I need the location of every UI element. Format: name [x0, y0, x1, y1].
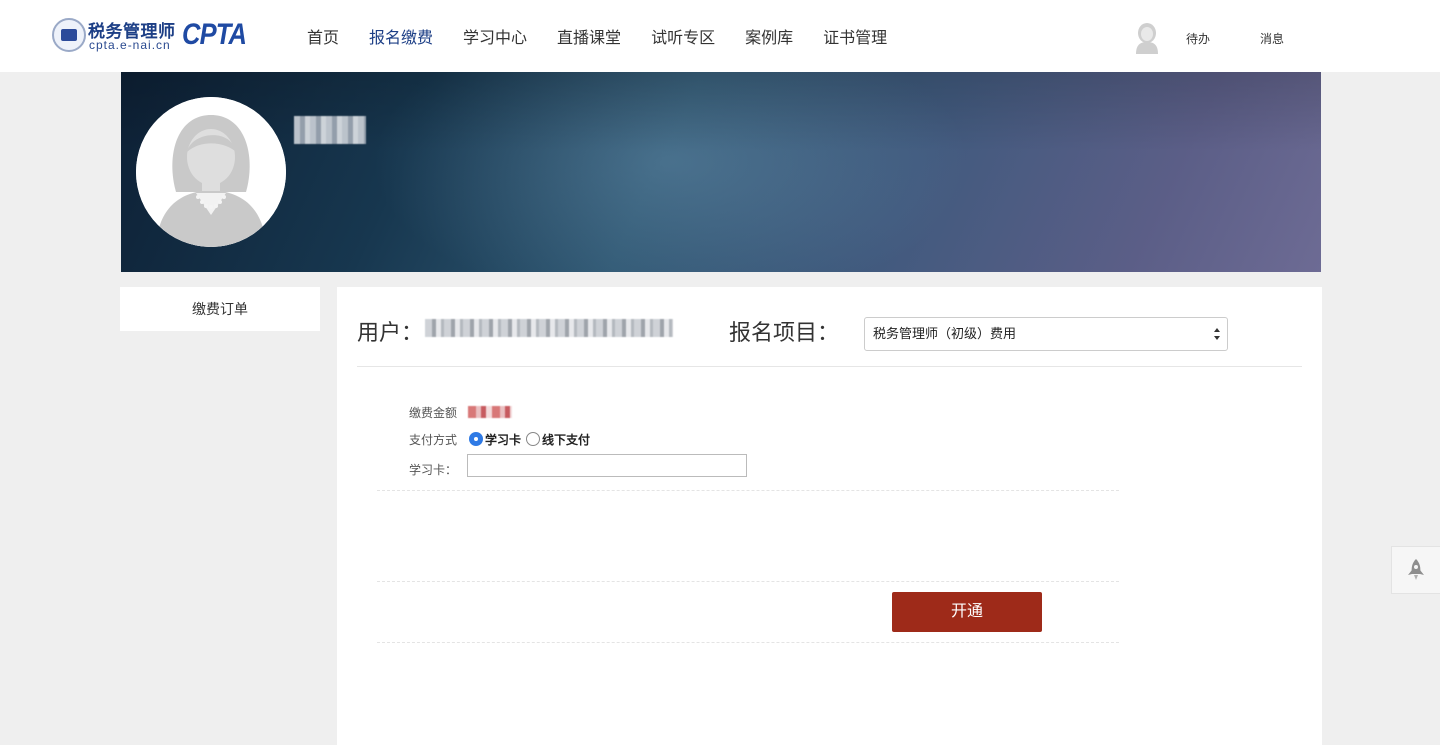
- message-link[interactable]: 消息: [1260, 30, 1284, 47]
- study-card-input[interactable]: [467, 454, 747, 477]
- logo-brand-text: CPTA: [182, 18, 247, 51]
- user-value-redacted: [425, 319, 673, 337]
- payment-option-offline-radio[interactable]: [526, 432, 540, 446]
- main-panel: 用户： 报名项目： 税务管理师（初级）费用 缴费金额 支付方式 学习卡 线下支付…: [337, 287, 1322, 745]
- nav-item-case-library[interactable]: 案例库: [745, 24, 793, 48]
- nav-item-live-class[interactable]: 直播课堂: [557, 24, 621, 48]
- todo-link[interactable]: 待办: [1186, 30, 1210, 47]
- payment-option-study-card-radio[interactable]: [469, 432, 483, 446]
- panel-header-row: 用户： 报名项目： 税务管理师（初级）费用: [357, 287, 1302, 367]
- payment-option-offline-label[interactable]: 线下支付: [542, 431, 590, 448]
- project-select[interactable]: 税务管理师（初级）费用: [864, 317, 1228, 351]
- activate-button[interactable]: 开通: [892, 592, 1042, 632]
- main-nav: 首页 报名缴费 学习中心 直播课堂 试听专区 案例库 证书管理: [307, 0, 917, 72]
- nav-item-enroll-pay[interactable]: 报名缴费: [369, 24, 433, 48]
- study-card-label: 学习卡：: [409, 463, 458, 477]
- female-avatar-icon: [136, 97, 286, 247]
- sidebar-item-payment-orders[interactable]: 缴费订单: [120, 287, 320, 331]
- payment-method-row: 支付方式 学习卡 线下支付: [337, 427, 1079, 451]
- nav-item-study-center[interactable]: 学习中心: [463, 24, 527, 48]
- amount-row: 缴费金额: [337, 400, 1079, 424]
- user-label: 用户：: [357, 320, 424, 345]
- top-header: 税务管理师 cpta.e-nai.cn CPTA 首页 报名缴费 学习中心 直播…: [0, 0, 1440, 72]
- divider: [377, 642, 1119, 643]
- nav-item-trial-zone[interactable]: 试听专区: [651, 24, 715, 48]
- profile-avatar: [136, 97, 286, 247]
- amount-value-redacted: [468, 406, 512, 418]
- payment-method-label: 支付方式: [409, 433, 458, 447]
- study-card-row: 学习卡：: [337, 454, 1079, 478]
- project-label: 报名项目：: [729, 320, 840, 345]
- nav-item-certificate[interactable]: 证书管理: [823, 24, 887, 48]
- divider: [377, 490, 1119, 491]
- back-to-top-button[interactable]: [1391, 546, 1440, 594]
- amount-label: 缴费金额: [409, 406, 458, 420]
- profile-name-redacted: [294, 116, 366, 144]
- logo-emblem-icon: [52, 18, 86, 52]
- user-avatar-icon[interactable]: [1134, 22, 1160, 54]
- project-select-value: 税务管理师（初级）费用: [873, 326, 1017, 341]
- logo-url-text: cpta.e-nai.cn: [89, 38, 171, 52]
- rocket-icon: [1408, 559, 1424, 580]
- divider: [377, 581, 1119, 582]
- updown-arrows-icon: [1214, 328, 1220, 340]
- payment-option-study-card-label[interactable]: 学习卡: [485, 431, 521, 448]
- site-logo[interactable]: 税务管理师 cpta.e-nai.cn CPTA: [52, 14, 247, 56]
- nav-item-home[interactable]: 首页: [307, 24, 339, 48]
- profile-banner: [121, 72, 1321, 272]
